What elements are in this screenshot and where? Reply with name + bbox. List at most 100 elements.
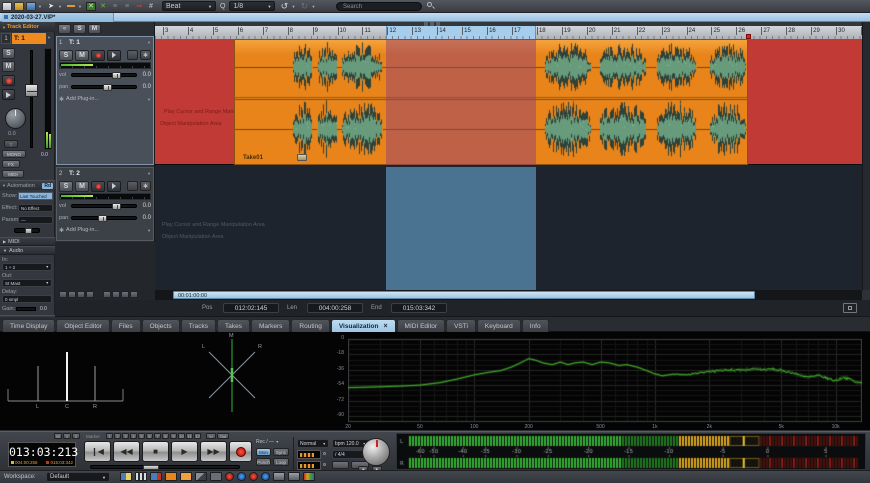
play-cursor-marker[interactable] — [746, 34, 751, 39]
save-menu-caret-icon[interactable]: ▼ — [38, 2, 43, 11]
tab-files[interactable]: Files — [111, 319, 141, 332]
parameter-value[interactable]: — — [18, 216, 53, 224]
effect-value[interactable]: No Effect — [18, 204, 53, 212]
add-plugin-row[interactable]: ✱Add Plug-in...▼ — [57, 93, 153, 105]
audio-section-header[interactable]: ▼Audio — [0, 246, 55, 255]
track-header-2[interactable]: 2T: 2▼SM✱vol0.0pan0.0✱Add Plug-in...▼ — [56, 167, 154, 241]
cursor-tool-icon[interactable]: ➤ — [46, 2, 56, 11]
tab-visualization[interactable]: Visualization× — [331, 319, 396, 332]
click-button[interactable] — [332, 461, 349, 469]
marker-set-button[interactable]: M — [54, 433, 62, 439]
vol-slider[interactable] — [71, 204, 137, 208]
editor-solo-button[interactable]: S — [2, 48, 15, 59]
editor-mute-button[interactable]: M — [2, 61, 15, 72]
midi-check[interactable] — [323, 463, 326, 466]
workspace-dropdown[interactable]: Default▼ — [46, 472, 110, 482]
track-caret-icon[interactable]: ▼ — [147, 40, 151, 45]
setup-preset-button[interactable] — [68, 291, 76, 298]
tab-close-icon[interactable]: × — [383, 323, 387, 330]
all-solo-button[interactable]: S — [73, 24, 86, 34]
record-button[interactable] — [229, 441, 252, 462]
lock-icon[interactable] — [127, 50, 138, 60]
gear-icon[interactable]: ✱ — [140, 50, 151, 60]
add-plugin-caret-icon[interactable]: ▼ — [147, 228, 151, 233]
tool-menu-caret-icon[interactable]: ▼ — [58, 2, 63, 11]
automation-clip-icon[interactable] — [210, 472, 222, 481]
fade-icon[interactable] — [195, 472, 207, 481]
collapse-all-button[interactable]: « — [58, 24, 71, 34]
punch-button[interactable]: Punch — [256, 458, 271, 466]
marker-11-button[interactable]: 11 — [186, 433, 193, 439]
marker-7-button[interactable]: 7 — [154, 433, 161, 439]
tab-vsti[interactable]: VSTi — [446, 319, 476, 332]
track-record-button[interactable] — [91, 181, 105, 192]
setup-preset-button[interactable] — [59, 291, 67, 298]
editor-record-button[interactable] — [2, 75, 15, 86]
delay-value[interactable]: 0 smpl — [2, 295, 52, 303]
add-plugin-caret-icon[interactable]: ▼ — [147, 97, 151, 102]
track-caret-icon[interactable]: ▼ — [147, 171, 151, 176]
pos-value[interactable]: 012:02:145 — [223, 303, 279, 313]
marker-set-button[interactable]: 2 — [72, 433, 80, 439]
knob-blue-icon-2[interactable] — [261, 472, 270, 481]
marker-3-button[interactable]: 3 — [122, 433, 129, 439]
sync-check[interactable] — [323, 452, 326, 455]
rewind-button[interactable]: ◀◀ — [113, 441, 140, 462]
crossfade-editor-icon[interactable]: ✕ — [98, 2, 108, 11]
pan-knob[interactable] — [5, 108, 26, 129]
track-title-row[interactable]: 2T: 2▼ — [57, 168, 153, 179]
fast-forward-button[interactable]: ▶▶ — [200, 441, 227, 462]
sync-button[interactable]: Sync — [273, 448, 289, 456]
volume-fader-handle[interactable] — [25, 84, 38, 97]
time-display[interactable]: 013:03:213 004:00:258 015:03:342 — [8, 442, 76, 467]
tab-objects[interactable]: Objects — [142, 319, 180, 332]
draw-menu-caret-icon[interactable]: ▼ — [78, 2, 83, 11]
fullscreen-icon[interactable] — [843, 303, 857, 313]
zoom-preset-button[interactable] — [103, 291, 111, 298]
take-clip-icon[interactable] — [180, 472, 192, 481]
editor-monitor-button[interactable] — [2, 89, 15, 100]
pan-slider[interactable] — [71, 85, 137, 89]
undo-menu-caret-icon[interactable]: ▼ — [291, 2, 296, 11]
lock-icon[interactable] — [127, 181, 138, 191]
rec-mode-dropdown[interactable]: Rec / — ▼ — [256, 439, 279, 445]
track-mute-button[interactable]: M — [75, 50, 89, 61]
redo-icon[interactable]: ↻ — [299, 2, 309, 11]
monitor-icon[interactable] — [150, 472, 162, 481]
tab-tracks[interactable]: Tracks — [181, 319, 216, 332]
tab-takes[interactable]: Takes — [217, 319, 250, 332]
knob-red-icon[interactable] — [225, 472, 234, 481]
marker-set-button[interactable]: 1 — [63, 433, 71, 439]
workspace-layout-icon[interactable] — [120, 472, 132, 481]
track-mute-button[interactable]: M — [75, 181, 89, 192]
audio-in-dropdown[interactable]: 1 + 2▼ — [2, 263, 52, 271]
search-input[interactable]: Search — [336, 2, 422, 11]
marker-8-button[interactable]: 8 — [162, 433, 169, 439]
gain-slider[interactable] — [16, 307, 36, 311]
tab-info[interactable]: Info — [522, 319, 549, 332]
track-monitor-button[interactable] — [107, 50, 121, 61]
marker-2-button[interactable]: 2 — [114, 433, 121, 439]
marker-1-button[interactable]: 1 — [106, 433, 113, 439]
take-badge-icon[interactable] — [297, 154, 307, 161]
zoom-preset-button[interactable] — [112, 291, 120, 298]
editor-track-caret-icon[interactable]: ▼ — [47, 35, 51, 40]
track-monitor-button[interactable] — [107, 181, 121, 192]
zoom-preset-button[interactable] — [121, 291, 129, 298]
track-header-1[interactable]: 1T: 1▼SM✱vol0.0pan0.0✱Add Plug-in...▼ — [56, 36, 154, 165]
timeline-ruler[interactable]: 3456789101112131415161718192021222324252… — [155, 26, 870, 40]
loop-button[interactable]: Loop — [273, 458, 289, 466]
tab-midi-editor[interactable]: MIDI Editor — [397, 319, 446, 332]
mono-button[interactable]: MONO — [2, 150, 26, 158]
draw-tool-icon[interactable] — [66, 2, 76, 11]
open-file-icon[interactable] — [14, 2, 24, 11]
save-file-icon[interactable] — [26, 2, 36, 11]
automation-slider[interactable] — [14, 228, 40, 233]
tab-object-editor[interactable]: Object Editor — [56, 319, 110, 332]
audio-out-dropdown[interactable]: St Mast▼ — [2, 279, 52, 287]
tab-routing[interactable]: Routing — [291, 319, 329, 332]
midi-button[interactable]: MIDI — [2, 170, 24, 178]
track-editor-header[interactable]: ▼ Track Editor — [0, 22, 55, 32]
automation-mode-badge[interactable]: Rd — [42, 183, 53, 189]
marker-6-button[interactable]: 6 — [146, 433, 153, 439]
